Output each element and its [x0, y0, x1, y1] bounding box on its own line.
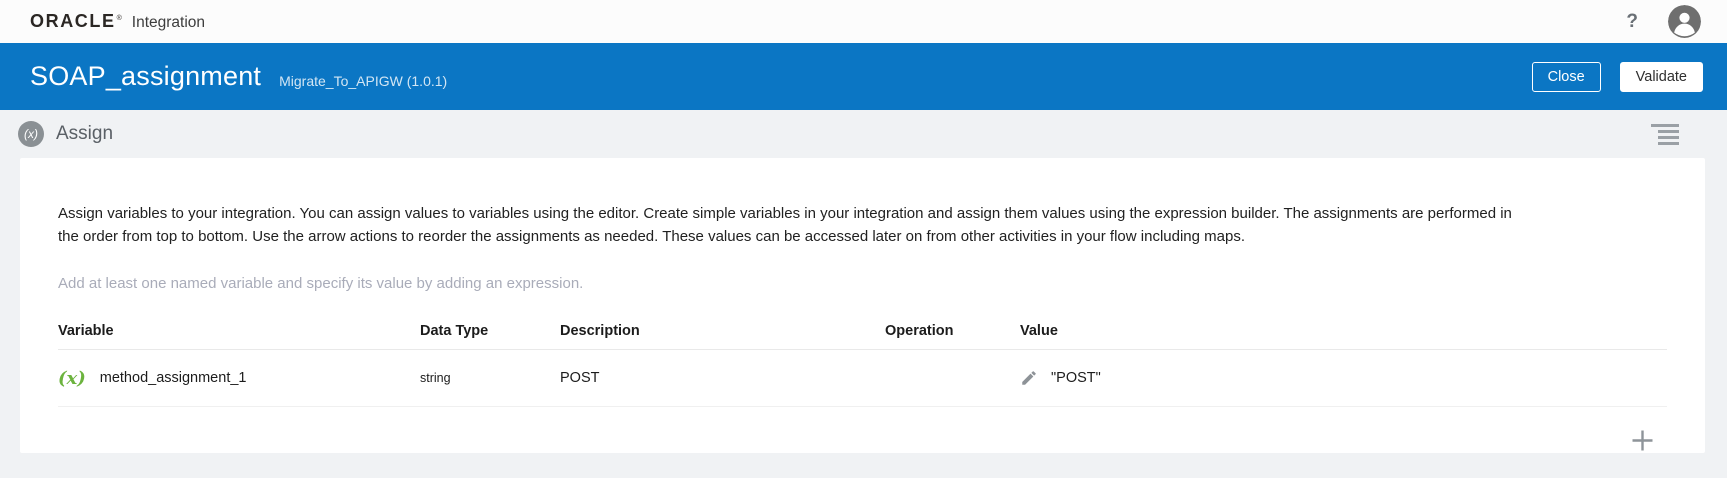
- assign-editor-card: Assign variables to your integration. Yo…: [20, 158, 1705, 453]
- product-name: Integration: [131, 14, 206, 31]
- column-operation: Operation: [885, 323, 954, 339]
- oracle-trademark: ®: [116, 15, 122, 22]
- integration-version: Migrate_To_APIGW (1.0.1): [279, 72, 448, 89]
- assign-section-bar: (x) Assign: [0, 110, 1727, 158]
- description-cell: POST: [560, 370, 600, 386]
- value-cell: "POST": [1020, 369, 1667, 387]
- variable-cell: (x) method_assignment_1: [58, 368, 420, 389]
- oracle-logo: ORACLE: [30, 11, 116, 31]
- top-app-bar: ORACLE ® Integration ?: [0, 0, 1727, 43]
- user-avatar-icon[interactable]: [1668, 5, 1701, 38]
- edit-pencil-icon[interactable]: [1020, 369, 1038, 387]
- close-button[interactable]: Close: [1531, 61, 1601, 92]
- fx-variable-icon: (x): [58, 367, 86, 389]
- column-description: Description: [560, 323, 640, 339]
- table-row[interactable]: (x) method_assignment_1 string POST "POS…: [58, 350, 1667, 407]
- validate-button[interactable]: Validate: [1619, 61, 1703, 92]
- assign-fx-icon: (x): [18, 121, 44, 147]
- column-value: Value: [1020, 323, 1058, 339]
- table-header: Variable Data Type Description Operation…: [58, 313, 1667, 350]
- data-type-cell: string: [420, 371, 451, 385]
- help-icon[interactable]: ?: [1626, 12, 1638, 31]
- column-data-type: Data Type: [420, 323, 489, 339]
- add-row: [58, 407, 1667, 453]
- description-text: Assign variables to your integration. Yo…: [58, 205, 1512, 245]
- value-expression: "POST": [1051, 370, 1101, 386]
- header-actions: Close Validate: [1531, 61, 1703, 92]
- add-variable-button[interactable]: [1630, 428, 1655, 453]
- column-variable: Variable: [58, 323, 114, 339]
- topbar-actions: ?: [1626, 5, 1701, 38]
- section-title: Assign: [56, 123, 114, 144]
- variable-name: method_assignment_1: [99, 370, 247, 386]
- page-title: SOAP_assignment: [30, 61, 262, 91]
- hint-text: Add at least one named variable and spec…: [58, 275, 584, 292]
- brand: ORACLE ® Integration: [30, 11, 205, 32]
- menu-icon[interactable]: [1651, 123, 1679, 145]
- page-header: SOAP_assignment Migrate_To_APIGW (1.0.1)…: [0, 43, 1727, 110]
